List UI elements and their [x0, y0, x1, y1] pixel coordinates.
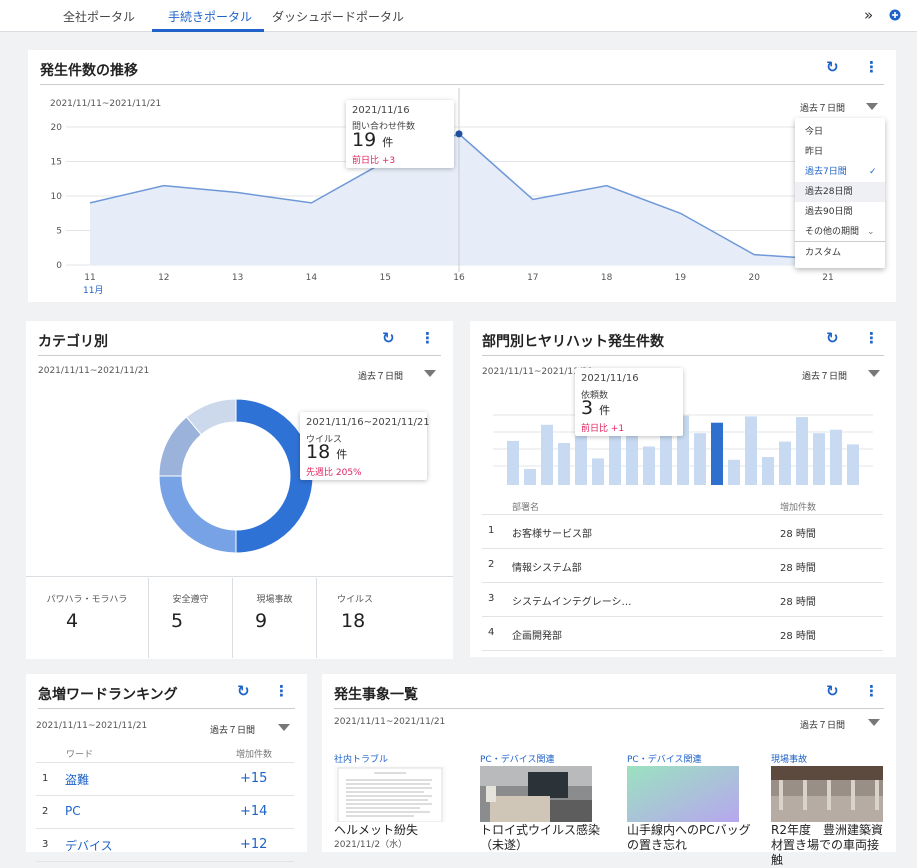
bar: [609, 433, 621, 486]
row-name: 企画開発部: [512, 627, 562, 642]
date-range: 2021/11/11~2021/11/21: [334, 717, 445, 727]
bar: [694, 433, 706, 485]
divider: [334, 708, 884, 709]
tooltip-diff: 前日比 +1: [581, 421, 624, 434]
office-photo-thumbnail[interactable]: [480, 766, 592, 822]
more-vert-icon[interactable]: ⋮: [274, 682, 289, 700]
bar: [847, 444, 859, 485]
construction-site-thumbnail[interactable]: [771, 766, 883, 822]
rank-number: 3: [42, 839, 48, 850]
column-header: ワード: [66, 747, 93, 760]
row-name: お客様サービス部: [512, 525, 592, 540]
bar: [575, 432, 587, 485]
rank-increase: +14: [240, 804, 267, 819]
tooltip-unit: 件: [599, 404, 610, 417]
bar: [643, 447, 655, 486]
bar: [524, 469, 536, 485]
row-value: 28 時間: [780, 593, 816, 608]
incident-title-text: ヘルメット紛失: [334, 823, 474, 838]
bar: [541, 425, 553, 485]
rank-number: 2: [42, 806, 48, 817]
incident-category: PC・デバイス関連: [627, 752, 701, 765]
chevron-down-icon[interactable]: [278, 724, 290, 731]
rank-increase: +12: [240, 837, 267, 852]
bar: [779, 442, 791, 485]
row-number: 4: [488, 627, 494, 638]
rank-word[interactable]: デバイス: [65, 837, 113, 854]
date-range: 2021/11/11~2021/11/21: [36, 721, 147, 731]
bar: [507, 441, 519, 485]
card-title: 急増ワードランキング: [38, 684, 178, 704]
bar: [762, 457, 774, 485]
rank-word[interactable]: PC: [65, 804, 81, 818]
list-item[interactable]: 1 盗難 +15: [36, 763, 294, 796]
period-select[interactable]: 過去７日間: [210, 723, 255, 736]
period-select[interactable]: 過去７日間: [800, 718, 845, 731]
row-value: 28 時間: [780, 627, 816, 642]
incident-category: 社内トラブル: [334, 752, 388, 765]
divider: [38, 708, 295, 709]
row-number: 2: [488, 559, 494, 570]
table-row[interactable]: 2 情報システム部 28 時間: [482, 549, 883, 583]
bar: [745, 416, 757, 485]
gradient-thumbnail[interactable]: [627, 766, 739, 822]
rank-word[interactable]: 盗難: [65, 771, 89, 788]
stat-value: 9: [255, 610, 267, 632]
list-item[interactable]: 2 PC +14: [36, 796, 294, 829]
stat-value: 5: [171, 610, 183, 632]
incident-title[interactable]: R2年度 豊洲建築資材置き場での車両接触: [771, 823, 889, 868]
refresh-icon[interactable]: ↻: [826, 682, 839, 700]
row-value: 28 時間: [780, 525, 816, 540]
incident-title[interactable]: トロイ式ウイルス感染（未遂）: [480, 823, 604, 853]
stat-label: パワハラ・モラハラ: [26, 592, 148, 605]
refresh-icon[interactable]: ↻: [237, 682, 250, 700]
row-number: 1: [488, 525, 494, 536]
incident-title[interactable]: 山手線内へのPCバッグの置き忘れ: [627, 823, 751, 853]
tooltip-number: 3: [581, 397, 593, 419]
stat-safety: 安全遵守 5: [149, 578, 233, 658]
incident-category: PC・デバイス関連: [480, 752, 554, 765]
chevron-down-icon[interactable]: [868, 719, 880, 726]
stat-value: 4: [66, 610, 78, 632]
incident-category: 現場事故: [771, 752, 807, 765]
divider: [26, 576, 453, 577]
incident-title[interactable]: ヘルメット紛失 2021/11/2（水）: [334, 823, 474, 853]
row-value: 28 時間: [780, 559, 816, 574]
table-row[interactable]: 1 お客様サービス部 28 時間: [482, 515, 883, 549]
table-row[interactable]: 4 企画開発部 28 時間: [482, 617, 883, 651]
bar: [813, 433, 825, 485]
rank-number: 1: [42, 773, 48, 784]
tooltip-value: 3件: [581, 397, 610, 419]
list-item[interactable]: 3 デバイス +12: [36, 829, 294, 862]
column-header: 増加件数: [780, 500, 816, 513]
stat-virus: ウイルス 18: [317, 578, 453, 658]
rank-increase: +15: [240, 771, 267, 786]
stat-site-accident: 現場事故 9: [233, 578, 317, 658]
stat-harassment: パワハラ・モラハラ 4: [26, 578, 149, 658]
row-name: 情報システム部: [512, 559, 582, 574]
bar: [558, 443, 570, 485]
stat-label: ウイルス: [287, 592, 423, 605]
bar: [592, 458, 604, 485]
column-header: 部署名: [512, 500, 539, 513]
bar: [626, 435, 638, 485]
column-header: 増加件数: [236, 747, 272, 760]
table-row[interactable]: 3 システムインテグレーシ… 28 時間: [482, 583, 883, 617]
more-vert-icon[interactable]: ⋮: [864, 682, 879, 700]
stat-label: 安全遵守: [149, 592, 232, 605]
row-number: 3: [488, 593, 494, 604]
bar: [830, 430, 842, 485]
card-title: 発生事象一覧: [334, 684, 418, 704]
bar: [796, 417, 808, 485]
bar: [711, 423, 723, 485]
document-thumbnail[interactable]: [334, 766, 446, 822]
stat-value: 18: [341, 610, 365, 632]
dept-bar-chart: [0, 0, 917, 500]
row-name: システムインテグレーシ…: [512, 593, 632, 608]
incident-date: 2021/11/2（水）: [334, 838, 474, 853]
dept-tooltip: 2021/11/16 依頼数 3件 前日比 +1: [575, 368, 683, 436]
tooltip-date: 2021/11/16: [581, 373, 639, 384]
bar: [728, 460, 740, 485]
